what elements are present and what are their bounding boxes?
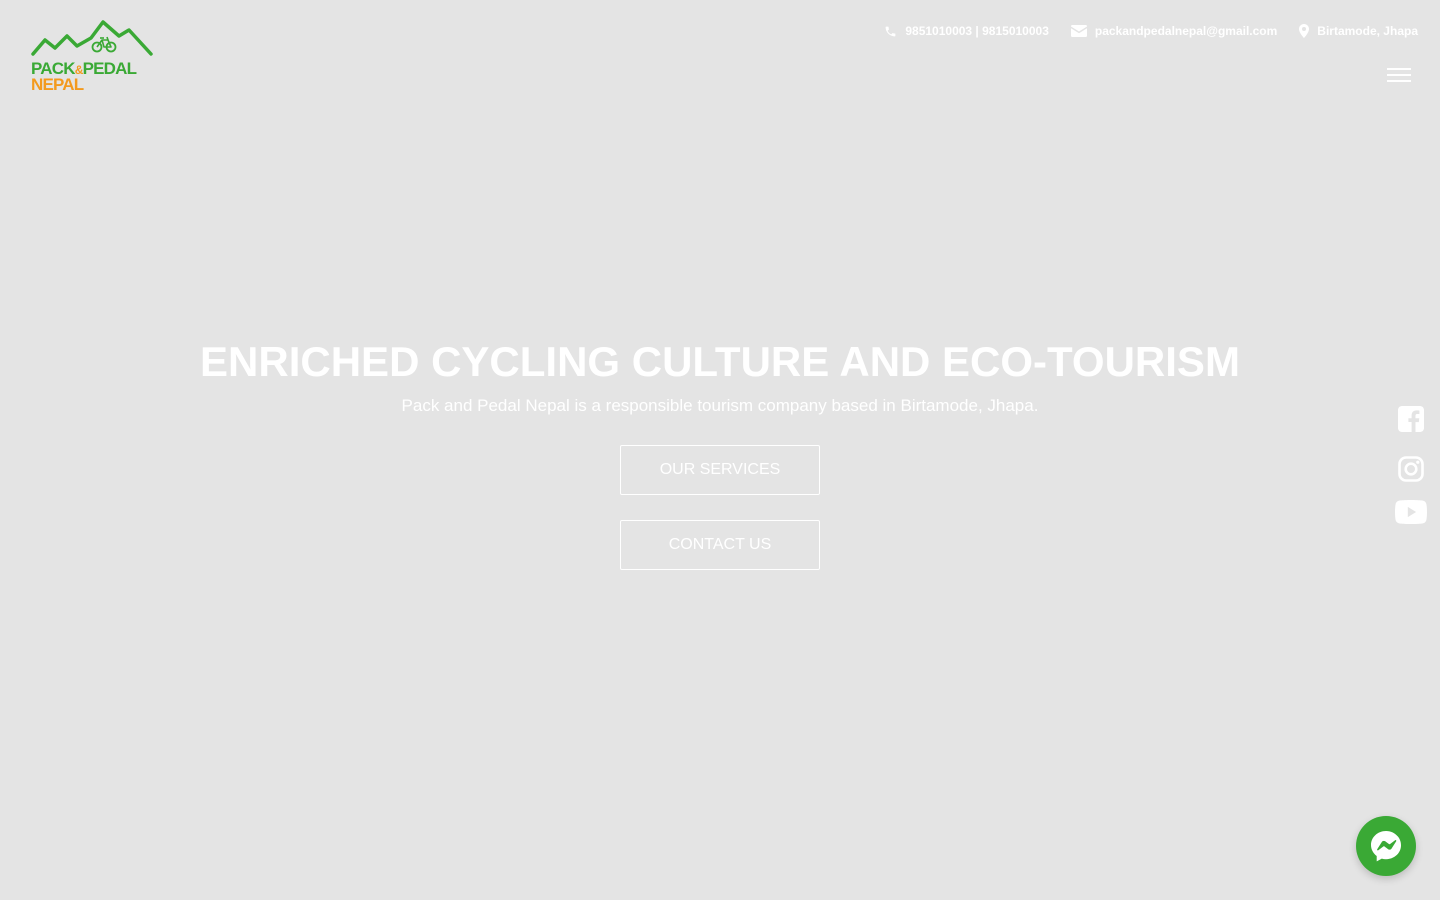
phone-icon	[884, 25, 897, 38]
instagram-icon	[1398, 456, 1424, 482]
hamburger-line	[1387, 68, 1411, 70]
menu-toggle-button[interactable]	[1387, 68, 1411, 84]
our-services-button[interactable]: OUR SERVICES	[620, 445, 820, 495]
phone-text: 9851010003 | 9815010003	[905, 24, 1049, 38]
hamburger-line	[1387, 74, 1411, 76]
contact-us-button[interactable]: CONTACT US	[620, 520, 820, 570]
map-marker-icon	[1299, 24, 1310, 38]
facebook-icon	[1398, 406, 1424, 432]
contact-location[interactable]: Birtamode, Jhapa	[1299, 24, 1418, 38]
youtube-link[interactable]	[1394, 500, 1428, 524]
hamburger-line	[1387, 80, 1411, 82]
email-text: packandpedalnepal@gmail.com	[1094, 24, 1278, 38]
envelope-icon	[1070, 25, 1087, 37]
messenger-chat-button[interactable]	[1356, 816, 1416, 876]
contact-phone[interactable]: 9851010003 | 9815010003	[884, 24, 1049, 38]
hero-subtitle: Pack and Pedal Nepal is a responsible to…	[401, 396, 1039, 415]
contact-bar: 9851010003 | 9815010003 packandpedalnepa…	[884, 24, 1418, 38]
messenger-icon	[1371, 831, 1401, 862]
site-logo[interactable]: PACK&PEDAL NEPAL	[31, 20, 153, 94]
facebook-link[interactable]	[1394, 406, 1428, 432]
youtube-icon	[1395, 500, 1427, 524]
logo-text-bottom: NEPAL	[31, 75, 84, 94]
instagram-link[interactable]	[1394, 456, 1428, 482]
page: PACK&PEDAL NEPAL 9851010003 | 9815010003…	[0, 0, 1440, 900]
location-text: Birtamode, Jhapa	[1317, 24, 1418, 38]
hero-title: ENRICHED CYCLING CULTURE AND ECO-TOURISM	[200, 338, 1240, 385]
contact-email[interactable]: packandpedalnepal@gmail.com	[1070, 24, 1278, 38]
mountain-bicycle-icon	[31, 20, 153, 56]
